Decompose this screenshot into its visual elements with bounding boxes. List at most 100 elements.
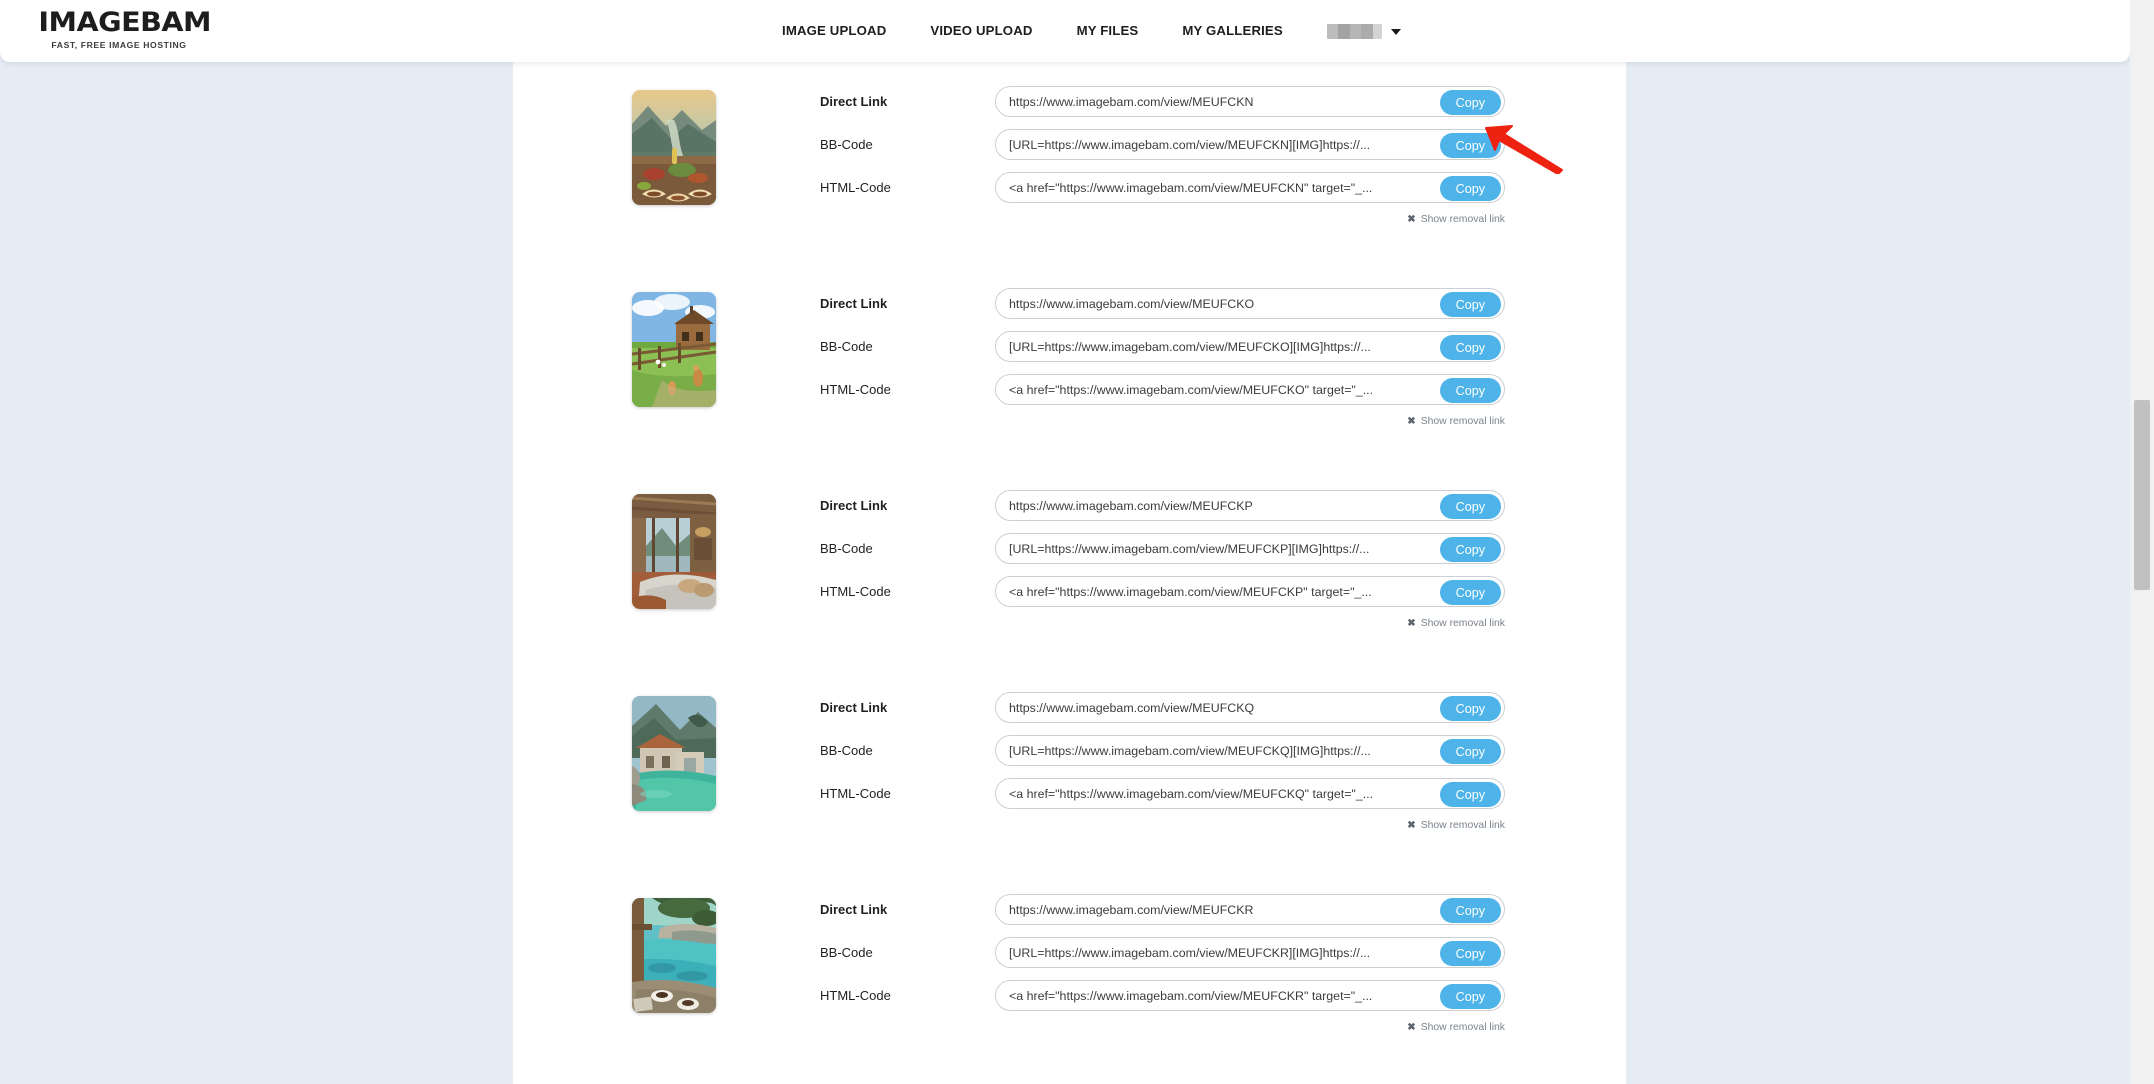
copy-button-direct-link[interactable]: Copy xyxy=(1439,898,1501,923)
input-html-code-value[interactable]: <a href="https://www.imagebam.com/view/M… xyxy=(996,585,1504,599)
input-bb-code-value[interactable]: [URL=https://www.imagebam.com/view/MEUFC… xyxy=(996,138,1504,152)
thumbnail-cabin-bedroom-lake-view[interactable] xyxy=(632,494,716,609)
input-bb-code[interactable]: [URL=https://www.imagebam.com/view/MEUFC… xyxy=(995,937,1505,968)
input-direct-link-value[interactable]: https://www.imagebam.com/view/MEUFCKR xyxy=(996,903,1504,917)
copy-button-bb-code[interactable]: Copy xyxy=(1439,941,1501,966)
nav-my-galleries[interactable]: MY GALLERIES xyxy=(1160,0,1304,62)
close-x-icon: ✖ xyxy=(1407,1021,1416,1033)
input-bb-code-value[interactable]: [URL=https://www.imagebam.com/view/MEUFC… xyxy=(996,744,1504,758)
input-direct-link[interactable]: https://www.imagebam.com/view/MEUFCKR Co… xyxy=(995,894,1505,925)
upload-row: Direct Link https://www.imagebam.com/vie… xyxy=(513,686,1626,888)
input-direct-link[interactable]: https://www.imagebam.com/view/MEUFCKO Co… xyxy=(995,288,1505,319)
input-bb-code[interactable]: [URL=https://www.imagebam.com/view/MEUFC… xyxy=(995,533,1505,564)
field-html-code: HTML-Code <a href="https://www.imagebam.… xyxy=(820,368,1620,411)
upload-row: Direct Link https://www.imagebam.com/vie… xyxy=(513,80,1626,282)
copy-button-html-code[interactable]: Copy xyxy=(1439,984,1501,1009)
copy-button-bb-code[interactable]: Copy xyxy=(1439,739,1501,764)
input-html-code[interactable]: <a href="https://www.imagebam.com/view/M… xyxy=(995,374,1505,405)
field-html-code: HTML-Code <a href="https://www.imagebam.… xyxy=(820,166,1620,209)
chevron-down-icon xyxy=(1390,29,1401,35)
upload-row: Direct Link https://www.imagebam.com/vie… xyxy=(513,888,1626,1084)
show-removal-link-label: Show removal link xyxy=(1420,214,1505,225)
nav-my-files[interactable]: MY FILES xyxy=(1055,0,1161,62)
show-removal-link[interactable]: ✖ Show removal link xyxy=(820,1022,1505,1033)
show-removal-link[interactable]: ✖ Show removal link xyxy=(820,214,1505,225)
input-html-code[interactable]: <a href="https://www.imagebam.com/view/M… xyxy=(995,980,1505,1011)
logo-tagline: FAST, FREE IMAGE HOSTING xyxy=(51,40,187,50)
show-removal-link[interactable]: ✖ Show removal link xyxy=(820,416,1505,427)
upload-row: Direct Link https://www.imagebam.com/vie… xyxy=(513,282,1626,484)
label-html-code: HTML-Code xyxy=(820,180,891,195)
show-removal-link[interactable]: ✖ Show removal link xyxy=(820,820,1505,831)
main-navigation: IMAGE UPLOAD VIDEO UPLOAD MY FILES MY GA… xyxy=(760,0,1421,62)
close-x-icon: ✖ xyxy=(1407,617,1416,629)
show-removal-link-label: Show removal link xyxy=(1420,1022,1505,1033)
input-direct-link-value[interactable]: https://www.imagebam.com/view/MEUFCKP xyxy=(996,499,1504,513)
label-bb-code: BB-Code xyxy=(820,743,873,758)
input-bb-code-value[interactable]: [URL=https://www.imagebam.com/view/MEUFC… xyxy=(996,542,1504,556)
link-fields: Direct Link https://www.imagebam.com/vie… xyxy=(820,888,1620,1033)
input-bb-code[interactable]: [URL=https://www.imagebam.com/view/MEUFC… xyxy=(995,331,1505,362)
input-direct-link-value[interactable]: https://www.imagebam.com/view/MEUFCKN xyxy=(996,95,1504,109)
input-html-code-value[interactable]: <a href="https://www.imagebam.com/view/M… xyxy=(996,181,1504,195)
username-redacted xyxy=(1326,23,1382,39)
input-html-code-value[interactable]: <a href="https://www.imagebam.com/view/M… xyxy=(996,383,1504,397)
input-bb-code[interactable]: [URL=https://www.imagebam.com/view/MEUFC… xyxy=(995,735,1505,766)
nav-video-upload[interactable]: VIDEO UPLOAD xyxy=(908,0,1054,62)
close-x-icon: ✖ xyxy=(1407,415,1416,427)
nav-image-upload[interactable]: IMAGE UPLOAD xyxy=(760,0,908,62)
copy-button-html-code[interactable]: Copy xyxy=(1439,378,1501,403)
browser-viewport: IMAGEBAM FAST, FREE IMAGE HOSTING IMAGE … xyxy=(0,0,2154,1084)
input-direct-link-value[interactable]: https://www.imagebam.com/view/MEUFCKQ xyxy=(996,701,1504,715)
site-logo[interactable]: IMAGEBAM FAST, FREE IMAGE HOSTING xyxy=(24,9,214,50)
show-removal-link-label: Show removal link xyxy=(1420,416,1505,427)
input-html-code[interactable]: <a href="https://www.imagebam.com/view/M… xyxy=(995,172,1505,203)
copy-button-direct-link[interactable]: Copy xyxy=(1439,90,1501,115)
copy-button-direct-link[interactable]: Copy xyxy=(1439,292,1501,317)
input-bb-code-value[interactable]: [URL=https://www.imagebam.com/view/MEUFC… xyxy=(996,946,1504,960)
show-removal-link-label: Show removal link xyxy=(1420,820,1505,831)
close-x-icon: ✖ xyxy=(1407,819,1416,831)
input-direct-link[interactable]: https://www.imagebam.com/view/MEUFCKP Co… xyxy=(995,490,1505,521)
label-bb-code: BB-Code xyxy=(820,137,873,152)
copy-button-direct-link[interactable]: Copy xyxy=(1439,494,1501,519)
copy-button-html-code[interactable]: Copy xyxy=(1439,580,1501,605)
copy-button-html-code[interactable]: Copy xyxy=(1439,176,1501,201)
field-bb-code: BB-Code [URL=https://www.imagebam.com/vi… xyxy=(820,123,1620,166)
input-html-code-value[interactable]: <a href="https://www.imagebam.com/view/M… xyxy=(996,989,1504,1003)
copy-button-bb-code[interactable]: Copy xyxy=(1439,133,1501,158)
thumbnail-mountain-valley-tacos[interactable] xyxy=(632,90,716,205)
field-html-code: HTML-Code <a href="https://www.imagebam.… xyxy=(820,570,1620,613)
thumbnail-seaside-terrace-coffee[interactable] xyxy=(632,898,716,1013)
label-direct-link: Direct Link xyxy=(820,94,888,109)
upload-list: Direct Link https://www.imagebam.com/vie… xyxy=(513,62,1626,1084)
field-direct-link: Direct Link https://www.imagebam.com/vie… xyxy=(820,686,1620,729)
thumbnail-stone-villa-pool[interactable] xyxy=(632,696,716,811)
field-direct-link: Direct Link https://www.imagebam.com/vie… xyxy=(820,484,1620,527)
field-direct-link: Direct Link https://www.imagebam.com/vie… xyxy=(820,888,1620,931)
input-html-code[interactable]: <a href="https://www.imagebam.com/view/M… xyxy=(995,778,1505,809)
input-direct-link[interactable]: https://www.imagebam.com/view/MEUFCKQ Co… xyxy=(995,692,1505,723)
user-account-menu[interactable] xyxy=(1305,0,1421,62)
copy-button-html-code[interactable]: Copy xyxy=(1439,782,1501,807)
link-fields: Direct Link https://www.imagebam.com/vie… xyxy=(820,686,1620,831)
label-html-code: HTML-Code xyxy=(820,382,891,397)
copy-button-bb-code[interactable]: Copy xyxy=(1439,537,1501,562)
input-html-code-value[interactable]: <a href="https://www.imagebam.com/view/M… xyxy=(996,787,1504,801)
input-direct-link-value[interactable]: https://www.imagebam.com/view/MEUFCKO xyxy=(996,297,1504,311)
input-direct-link[interactable]: https://www.imagebam.com/view/MEUFCKN Co… xyxy=(995,86,1505,117)
link-fields: Direct Link https://www.imagebam.com/vie… xyxy=(820,282,1620,427)
thumbnail-farmhouse-meadow[interactable] xyxy=(632,292,716,407)
link-fields: Direct Link https://www.imagebam.com/vie… xyxy=(820,80,1620,225)
copy-button-direct-link[interactable]: Copy xyxy=(1439,696,1501,721)
label-direct-link: Direct Link xyxy=(820,902,888,917)
vertical-scrollbar[interactable] xyxy=(2130,0,2154,1084)
scrollbar-thumb[interactable] xyxy=(2134,400,2150,590)
input-bb-code[interactable]: [URL=https://www.imagebam.com/view/MEUFC… xyxy=(995,129,1505,160)
copy-button-bb-code[interactable]: Copy xyxy=(1439,335,1501,360)
input-bb-code-value[interactable]: [URL=https://www.imagebam.com/view/MEUFC… xyxy=(996,340,1504,354)
upload-row: Direct Link https://www.imagebam.com/vie… xyxy=(513,484,1626,686)
input-html-code[interactable]: <a href="https://www.imagebam.com/view/M… xyxy=(995,576,1505,607)
field-direct-link: Direct Link https://www.imagebam.com/vie… xyxy=(820,282,1620,325)
show-removal-link[interactable]: ✖ Show removal link xyxy=(820,618,1505,629)
